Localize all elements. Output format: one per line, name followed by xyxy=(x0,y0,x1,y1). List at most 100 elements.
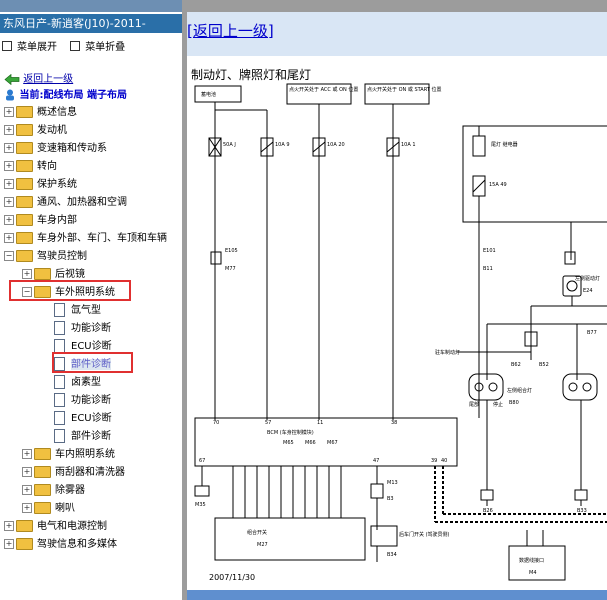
label-tail: 尾部 xyxy=(469,401,479,408)
label-b34: B34 xyxy=(387,552,397,558)
tree-item[interactable]: 部件诊断 xyxy=(54,428,111,446)
tree-item[interactable]: 功能诊断 xyxy=(54,392,111,410)
tree-item[interactable]: + 除雾器 xyxy=(22,482,85,500)
tree-item[interactable]: + 驾驶信息和多媒体 xyxy=(4,536,117,554)
expand-label: 菜单展开 xyxy=(17,42,57,53)
label-pin-47: 47 xyxy=(373,458,379,464)
expand-all-button[interactable]: 菜单展开 xyxy=(2,41,57,53)
menu-operations: 菜单展开 菜单折叠 xyxy=(2,38,135,53)
folder-icon xyxy=(16,106,33,118)
folder-icon xyxy=(16,538,33,550)
document-icon xyxy=(54,393,65,407)
expand-toggle-icon[interactable]: + xyxy=(22,467,32,477)
expand-toggle-icon[interactable]: + xyxy=(4,215,14,225)
label-b26: B26 xyxy=(483,508,493,514)
folder-icon xyxy=(34,502,51,514)
expand-toggle-icon[interactable]: + xyxy=(4,539,14,549)
tree-item[interactable]: 功能诊断 xyxy=(54,320,111,338)
label-fuse-3: 10A 20 xyxy=(327,142,345,148)
collapse-icon xyxy=(70,41,81,51)
expand-toggle-icon[interactable]: + xyxy=(4,197,14,207)
label-b11: B11 xyxy=(483,266,493,272)
label-pin-57: 57 xyxy=(265,420,271,426)
label-e101: E101 xyxy=(483,248,496,254)
expand-toggle-icon[interactable]: + xyxy=(22,449,32,459)
tree-item-label: 驾驶员控制 xyxy=(37,251,87,262)
person-icon xyxy=(6,89,14,101)
collapse-all-button[interactable]: 菜单折叠 xyxy=(70,41,125,53)
content-back-link[interactable]: [返回上一级] xyxy=(187,20,274,41)
label-b52: B52 xyxy=(539,362,549,368)
expand-toggle-icon[interactable]: + xyxy=(4,233,14,243)
label-ignition-start: 点火开关处于 ON 或 START 位置 xyxy=(367,86,441,93)
tree-item[interactable]: + 车身外部、车门、车顶和车辆 xyxy=(4,230,167,248)
label-fuse-5: 15A 49 xyxy=(489,182,507,188)
tree-item[interactable]: + 通风、加热器和空调 xyxy=(4,194,127,212)
label-combination-switch: 组合开关 xyxy=(247,529,267,536)
label-pin-38: 38 xyxy=(391,420,397,426)
tree-item-label: 车身内部 xyxy=(37,215,77,226)
back-link[interactable]: 返回上一级 xyxy=(23,74,73,85)
navigation-pane: 东风日产-新逍客(J10)-2011- 菜单展开 菜单折叠 返回上一级 当前:配… xyxy=(0,0,182,600)
expand-toggle-icon[interactable]: + xyxy=(4,143,14,153)
tree-item[interactable]: + 发动机 xyxy=(4,122,67,140)
folder-icon xyxy=(16,250,33,262)
folder-icon xyxy=(16,178,33,190)
tree-item[interactable]: + 概述信息 xyxy=(4,104,77,122)
back-arrow-icon xyxy=(4,73,20,85)
expand-toggle-icon[interactable]: + xyxy=(4,107,14,117)
label-m66: M66 xyxy=(305,440,316,446)
label-fuse-2: 10A 9 xyxy=(275,142,290,148)
tree-item[interactable]: 卤素型 xyxy=(54,374,101,392)
folder-icon xyxy=(34,466,51,478)
label-m13: M13 xyxy=(387,480,398,486)
folder-icon xyxy=(34,268,51,280)
tree-item-label: 变速箱和传动系 xyxy=(37,143,107,154)
tree-item[interactable]: + 保护系统 xyxy=(4,176,77,194)
label-pin-70: 70 xyxy=(213,420,219,426)
tree-item[interactable]: + 车身内部 xyxy=(4,212,77,230)
label-b33: B33 xyxy=(577,508,587,514)
tree-item[interactable]: + 电气和电源控制 xyxy=(4,518,107,536)
expand-toggle-icon[interactable]: + xyxy=(4,179,14,189)
tree-item-label: 通风、加热器和空调 xyxy=(37,197,127,208)
expand-toggle-icon[interactable]: + xyxy=(4,125,14,135)
expand-toggle-icon[interactable]: + xyxy=(22,503,32,513)
tree-item-label: ECU诊断 xyxy=(71,413,112,424)
tree-item-label: 雨刮器和清洗器 xyxy=(55,467,125,478)
tree-item-label: 概述信息 xyxy=(37,107,77,118)
label-e24: E24 xyxy=(583,288,593,294)
folder-icon xyxy=(34,484,51,496)
collapse-toggle-icon[interactable]: − xyxy=(4,251,14,261)
label-e105: E105 xyxy=(225,248,238,254)
expand-icon xyxy=(2,41,12,51)
tree-item[interactable]: + 车内照明系统 xyxy=(22,446,115,464)
tree-item-label: 转向 xyxy=(37,161,57,172)
tree-item[interactable]: 氙气型 xyxy=(54,302,101,320)
label-fuse-1: 50A J xyxy=(223,142,236,148)
folder-icon xyxy=(16,196,33,208)
expand-toggle-icon[interactable]: + xyxy=(22,269,32,279)
tree-item[interactable]: + 喇叭 xyxy=(22,500,75,518)
tree-item[interactable]: − 驾驶员控制 xyxy=(4,248,87,266)
label-m27: M27 xyxy=(257,542,268,548)
expand-toggle-icon[interactable]: + xyxy=(4,521,14,531)
label-battery: 蓄电池 xyxy=(201,91,216,98)
label-door-switch: 后车门开关 (驾驶员侧) xyxy=(399,531,450,538)
tree-item-label: 功能诊断 xyxy=(71,395,111,406)
content-pane: [返回上一级] 制动灯、牌照灯和尾灯 蓄电池 点火开关处于 ACC 或 ON 位… xyxy=(187,0,607,600)
back-nav: 返回上一级 xyxy=(4,70,73,85)
content-top-strip xyxy=(187,0,607,12)
tree-item-label: 除雾器 xyxy=(55,485,85,496)
label-m35: M35 xyxy=(195,502,206,508)
label-bcm: BCM (车身控制模块) xyxy=(267,429,314,436)
tree-item-label: 驾驶信息和多媒体 xyxy=(37,539,117,550)
expand-toggle-icon[interactable]: + xyxy=(22,485,32,495)
tree-item[interactable]: + 变速箱和传动系 xyxy=(4,140,107,158)
expand-toggle-icon[interactable]: + xyxy=(4,161,14,171)
highlight-box-exterior-lighting xyxy=(9,280,131,301)
tree-item[interactable]: + 转向 xyxy=(4,158,57,176)
tree-item-label: 保护系统 xyxy=(37,179,77,190)
tree-item[interactable]: ECU诊断 xyxy=(54,410,112,428)
tree-item[interactable]: + 雨刮器和清洗器 xyxy=(22,464,125,482)
